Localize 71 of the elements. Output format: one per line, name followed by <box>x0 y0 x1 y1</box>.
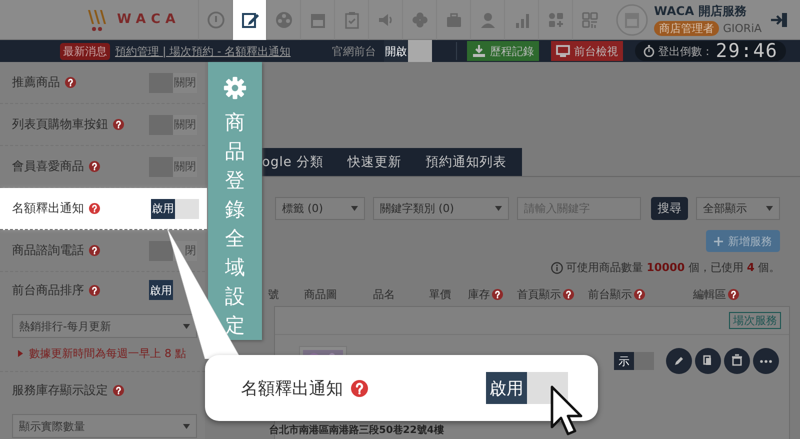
apps-plus-icon <box>546 10 564 28</box>
column-header: 庫存 <box>468 287 490 302</box>
monitor-icon <box>556 44 570 58</box>
dropdown[interactable]: 全部顯示 <box>696 197 780 220</box>
film-reel-icon <box>274 10 292 28</box>
briefcase-icon <box>444 10 462 28</box>
dropdown-caret-icon <box>351 206 358 211</box>
service-tag: 場次服務 <box>729 312 781 329</box>
logo-text: WACA <box>117 12 180 27</box>
callout-label: 名額釋出通知 <box>241 378 343 400</box>
setting-label: 商品諮詢電話 <box>12 242 84 259</box>
site-label: 官網前台 <box>332 44 376 58</box>
dropdown[interactable]: 熱銷排行-每月更新 <box>12 314 197 338</box>
dropdown-caret-icon <box>183 424 190 428</box>
column-header: 品名 <box>373 287 395 302</box>
history-button[interactable]: 歷程記錄 <box>466 41 539 61</box>
column-header: 號 <box>268 287 279 302</box>
setting-label: 服務庫存顯示設定 <box>12 382 108 398</box>
tab[interactable]: ogle 分類 <box>262 153 336 171</box>
setting-label: 前台商品排序 <box>12 282 84 298</box>
column-header: 編輯區 <box>693 287 726 302</box>
news-badge: 最新消息 <box>60 42 110 60</box>
dropdown-caret-icon <box>183 324 190 328</box>
more-icon <box>760 360 772 362</box>
address-text: 台北市南港區南港路三段50巷22號4樓 <box>269 423 445 437</box>
setting-label: 名額釋出通知 <box>12 200 84 217</box>
trash-button[interactable] <box>724 348 750 374</box>
download-icon <box>472 44 486 58</box>
news-link[interactable]: 預約管理 | 場次預約 - 名額釋出通知 <box>115 44 291 58</box>
setting-label: 推薦商品 <box>12 74 60 91</box>
setting-label: 列表頁購物車按鈕 <box>12 116 108 133</box>
pencil-button[interactable] <box>666 348 692 374</box>
column-header: 首頁顯示 <box>517 287 561 302</box>
column-header: 商品圖 <box>304 287 337 302</box>
banner-title: 商品登錄全域設定 <box>225 109 245 339</box>
column-header: 前台顯示 <box>588 287 632 302</box>
dropdown[interactable]: 標籤 (0) <box>275 197 365 220</box>
triangle-bullet-icon <box>18 350 23 357</box>
stopwatch-icon <box>642 45 655 57</box>
dropdown[interactable]: 關鍵字類別 (0) <box>373 197 509 220</box>
info-icon <box>206 10 224 28</box>
quota-text: 可使用商品數量 10000 個，已使用 4 個。 <box>566 260 780 275</box>
role-badge: 商店管理者 <box>654 21 719 36</box>
column-header: 單價 <box>429 287 451 302</box>
dropdown-caret-icon <box>495 206 502 211</box>
countdown-time: 29:46 <box>716 40 778 62</box>
toggle-switch[interactable]: 開啟 <box>384 40 446 62</box>
search-button[interactable]: 搜尋 <box>651 197 688 220</box>
user-name: GIORiA <box>723 22 762 35</box>
tab[interactable]: 快速更新 <box>335 153 414 171</box>
preview-button[interactable]: 前台檢視 <box>550 41 623 61</box>
copy-button[interactable] <box>695 348 721 374</box>
clipboard-check-icon <box>342 10 360 28</box>
gear-icon <box>222 76 248 100</box>
dropdown-caret-icon <box>766 206 773 211</box>
setting-label: 會員喜愛商品 <box>12 158 84 175</box>
logout-icon[interactable] <box>770 10 788 28</box>
update-note: 數據更新時間為每週一早上 8 點 <box>29 346 186 361</box>
info-icon <box>551 262 564 274</box>
grid-icon <box>580 10 598 28</box>
flower-icon <box>410 10 428 28</box>
add-service-button[interactable]: 新增服務 <box>706 230 780 252</box>
nav-tab[interactable] <box>232 0 266 40</box>
plus-icon <box>714 236 723 246</box>
tab[interactable]: 預約通知列表 <box>413 153 518 171</box>
person-icon <box>478 10 496 28</box>
edit-icon <box>240 10 258 28</box>
dropdown[interactable]: 顯示實際數量 <box>12 414 197 438</box>
more-button[interactable] <box>753 348 779 374</box>
countdown-label: 登出倒數： <box>658 44 713 58</box>
store-title: WACA 開店服務 <box>654 3 748 20</box>
